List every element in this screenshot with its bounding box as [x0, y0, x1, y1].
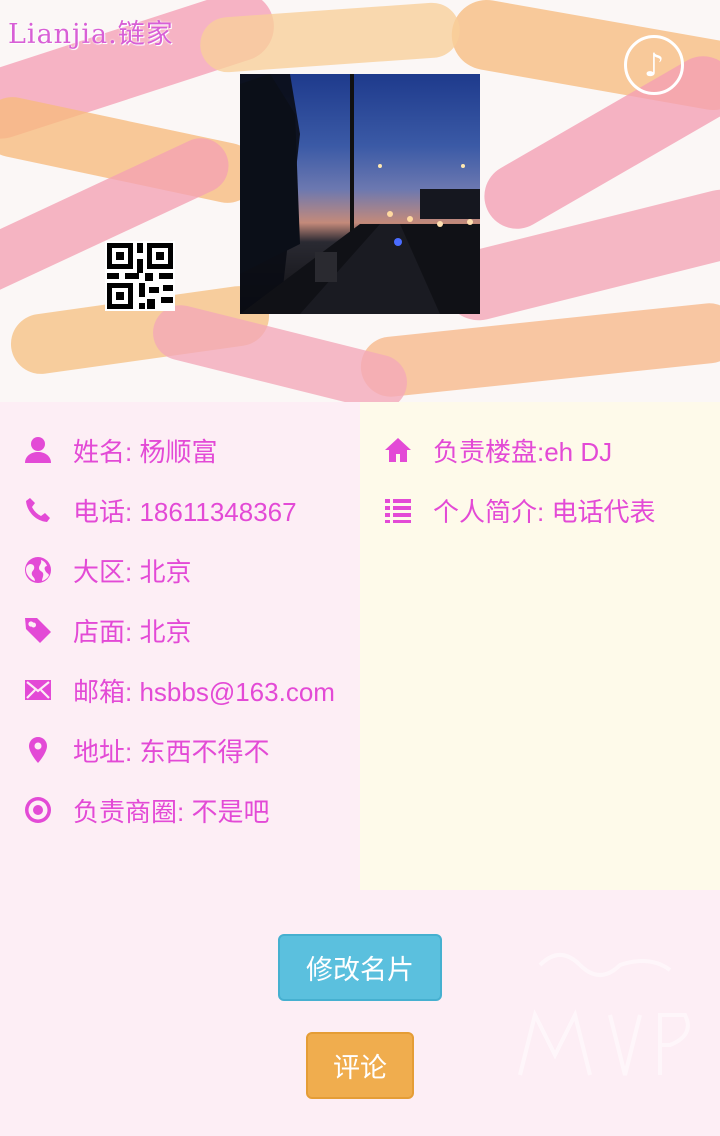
info-row-email: 邮箱: hsbbs@163.com — [23, 670, 335, 710]
phone-icon — [23, 495, 53, 525]
email-label[interactable]: 邮箱: hsbbs@163.com — [73, 672, 335, 709]
watermark-graphic — [518, 953, 690, 1076]
night-street-photo — [240, 74, 480, 314]
info-row-name: 姓名: 杨顺富 — [23, 430, 217, 470]
name-label: 姓名: 杨顺富 — [73, 436, 218, 467]
envelope-icon — [23, 675, 53, 705]
phone-label[interactable]: 电话: 18611348367 — [73, 492, 297, 529]
info-row-phone: 电话: 18611348367 — [23, 490, 297, 530]
brand-logo-text: Lianjia.链家 — [8, 19, 174, 50]
info-row-property: 负责楼盘:eh DJ — [383, 430, 612, 470]
property-info-panel: 负责楼盘:eh DJ 个人简介: 电话代表 — [360, 402, 720, 890]
user-icon — [23, 435, 53, 465]
home-icon — [383, 435, 413, 465]
address-label: 地址: 东西不得不 — [73, 736, 270, 767]
brush-stroke-decoration — [357, 300, 720, 400]
store-label: 店面: 北京 — [73, 616, 192, 647]
globe-icon — [23, 555, 53, 585]
info-row-address: 地址: 东西不得不 — [23, 730, 269, 770]
map-marker-icon — [23, 735, 53, 765]
info-row-store: 店面: 北京 — [23, 610, 191, 650]
info-row-bio: 个人简介: 电话代表 — [383, 490, 655, 530]
property-label: 负责楼盘:eh DJ — [433, 436, 613, 467]
tag-icon — [23, 615, 53, 645]
business-area-label: 负责商圈: 不是吧 — [73, 796, 270, 827]
target-icon — [23, 795, 53, 825]
music-note-icon[interactable]: ♪ — [624, 35, 684, 95]
header-banner: Lianjia.链家 ♪ — [0, 0, 720, 402]
list-icon — [383, 495, 413, 525]
bio-label: 个人简介: 电话代表 — [433, 496, 656, 527]
contact-info-panel: 姓名: 杨顺富 电话: 18611348367 大区: 北京 店面: 北京 邮箱… — [0, 402, 360, 890]
comment-button[interactable]: 评论 — [306, 1032, 414, 1099]
info-row-region: 大区: 北京 — [23, 550, 191, 590]
region-label: 大区: 北京 — [73, 556, 192, 587]
edit-card-button[interactable]: 修改名片 — [278, 934, 442, 1001]
qr-code-icon[interactable] — [105, 241, 175, 311]
profile-photo[interactable] — [240, 74, 480, 314]
info-row-area: 负责商圈: 不是吧 — [23, 790, 269, 830]
